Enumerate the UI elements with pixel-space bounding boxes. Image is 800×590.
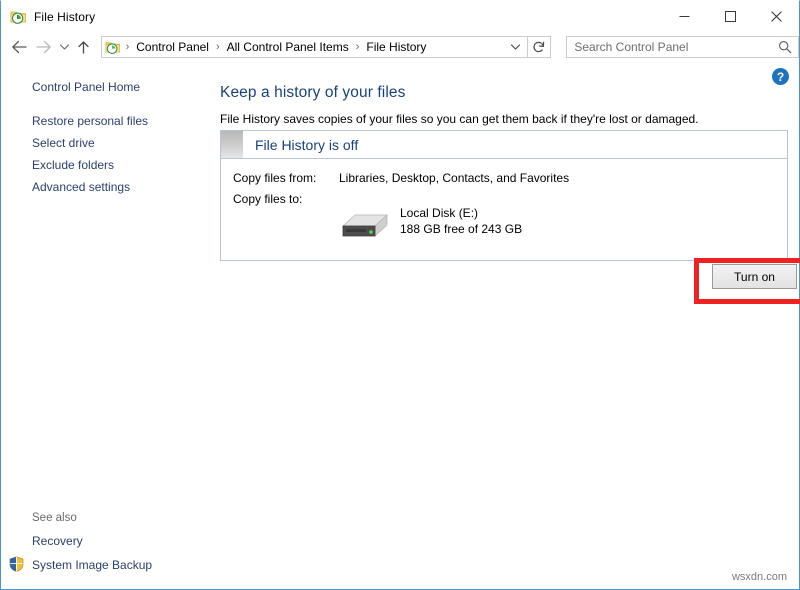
status-panel-header: File History is off	[221, 131, 787, 159]
refresh-icon	[532, 40, 546, 54]
file-history-folder-clock-icon	[10, 8, 27, 25]
breadcrumb-separator: ›	[211, 41, 225, 53]
breadcrumb-all-control-panel-items[interactable]: All Control Panel Items	[225, 40, 351, 54]
title-bar: File History	[1, 1, 799, 32]
navigation-bar: › Control Panel › All Control Panel Item…	[1, 32, 799, 62]
address-dropdown-button[interactable]	[505, 37, 527, 57]
breadcrumb-separator: ›	[121, 41, 135, 53]
sidebar-item-recovery[interactable]: Recovery	[32, 534, 83, 548]
window-body: ? Control Panel Home Restore personal fi…	[1, 62, 799, 589]
breadcrumb-file-history[interactable]: File History	[364, 40, 428, 54]
close-icon	[771, 11, 782, 22]
recent-locations-button[interactable]	[56, 34, 74, 60]
sidebar-item-restore-personal-files[interactable]: Restore personal files	[32, 114, 148, 128]
file-history-folder-clock-icon	[105, 39, 121, 55]
sidebar-item-system-image-backup[interactable]: System Image Backup	[32, 558, 152, 572]
search-box[interactable]	[566, 36, 799, 58]
copy-files-to-label: Copy files to:	[233, 192, 302, 206]
forward-arrow-icon	[35, 40, 52, 54]
forward-button	[31, 34, 55, 60]
minimize-button[interactable]	[661, 1, 707, 32]
close-button[interactable]	[753, 1, 799, 32]
search-input[interactable]	[574, 40, 774, 54]
turn-on-button[interactable]: Turn on	[712, 264, 797, 289]
main-content: Keep a history of your files File Histor…	[206, 62, 799, 589]
sidebar-item-control-panel-home[interactable]: Control Panel Home	[32, 80, 140, 94]
sidebar-item-advanced-settings[interactable]: Advanced settings	[32, 180, 130, 194]
minimize-icon	[679, 11, 690, 22]
address-bar[interactable]: › Control Panel › All Control Panel Item…	[101, 36, 528, 58]
status-text: File History is off	[255, 137, 358, 153]
copy-files-from-label: Copy files from:	[233, 171, 316, 185]
back-button[interactable]	[7, 34, 31, 60]
sidebar-item-exclude-folders[interactable]: Exclude folders	[32, 158, 114, 172]
page-title: Keep a history of your files	[220, 84, 405, 102]
refresh-button[interactable]	[528, 36, 551, 58]
chevron-down-icon	[59, 43, 70, 51]
sidebar-item-select-drive[interactable]: Select drive	[32, 136, 95, 150]
status-panel: File History is off Copy files from: Lib…	[220, 130, 788, 261]
window-controls	[661, 1, 799, 32]
search-icon[interactable]	[778, 40, 792, 59]
copy-files-from-value: Libraries, Desktop, Contacts, and Favori…	[339, 171, 569, 185]
see-also-label: See also	[32, 512, 77, 524]
maximize-icon	[725, 11, 736, 22]
chevron-down-icon	[510, 43, 521, 51]
file-history-window: File History	[0, 0, 800, 590]
breadcrumb-control-panel[interactable]: Control Panel	[134, 40, 211, 54]
page-description: File History saves copies of your files …	[220, 112, 699, 126]
drive-free-space: 188 GB free of 243 GB	[400, 222, 522, 236]
external-hard-drive-icon	[333, 206, 391, 242]
status-panel-body: Copy files from: Libraries, Desktop, Con…	[221, 159, 787, 260]
up-arrow-icon	[76, 40, 91, 55]
maximize-button[interactable]	[707, 1, 753, 32]
shield-icon	[9, 556, 24, 572]
back-arrow-icon	[11, 40, 28, 54]
breadcrumb-separator: ›	[351, 41, 365, 53]
sidebar: Control Panel Home Restore personal file…	[1, 62, 206, 589]
status-indicator-block	[221, 131, 243, 158]
watermark: wsxdn.com	[732, 571, 787, 583]
up-button[interactable]	[73, 34, 94, 60]
window-title: File History	[34, 10, 95, 24]
drive-name: Local Disk (E:)	[400, 206, 478, 220]
